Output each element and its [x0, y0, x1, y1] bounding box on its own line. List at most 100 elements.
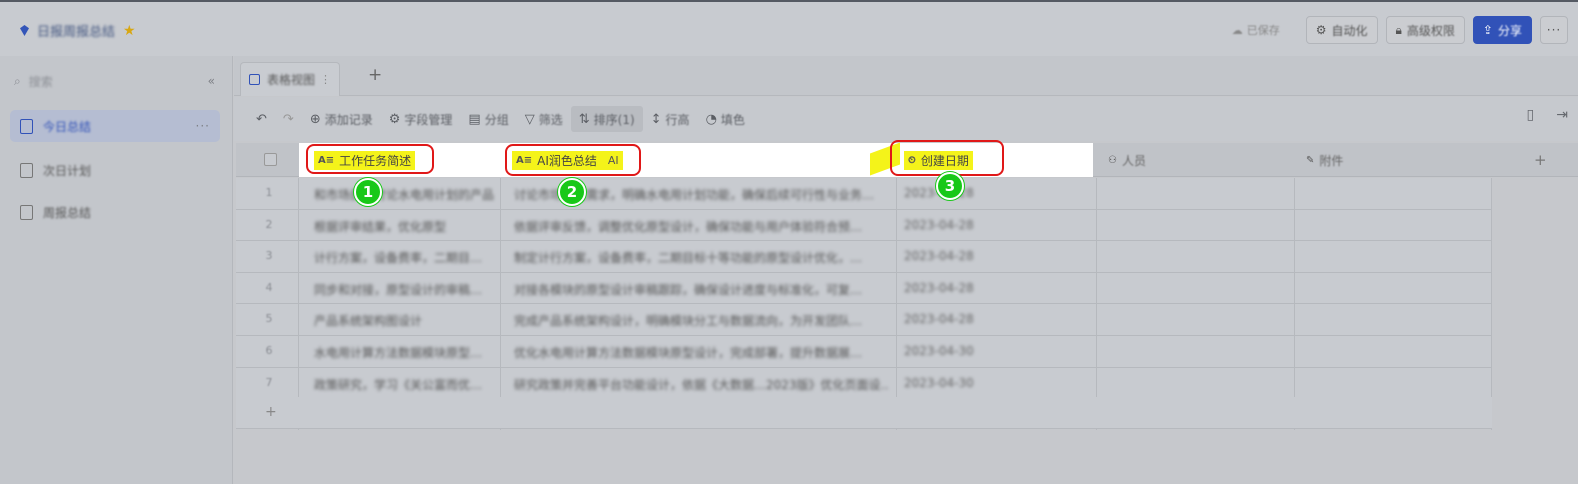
- row-index[interactable]: 5: [256, 312, 282, 325]
- cell-created-date[interactable]: 2023-04-28: [904, 249, 1084, 263]
- cell-ai-summary[interactable]: 依据评审反馈，调整优化原型设计，确保功能与用户体验符合预…: [514, 218, 888, 235]
- row-index[interactable]: 1: [256, 186, 282, 199]
- add-row-button[interactable]: +: [236, 397, 1096, 429]
- header-actions: ☁ 已保存 ⚙ 自动化 🔒︎ 高级权限 ⇪ 分享 ···: [1232, 16, 1568, 44]
- cell-created-date[interactable]: 2023-04-28: [904, 218, 1084, 232]
- cell-task-summary[interactable]: 计行方案，设备费率，二期目…: [314, 249, 494, 266]
- cell-task-summary[interactable]: 产品系统架构图设计: [314, 312, 494, 329]
- annotation-box-2: [505, 144, 641, 176]
- document-title[interactable]: 日报周报总结 ★: [20, 21, 136, 40]
- add-column-button[interactable]: +: [1534, 151, 1547, 169]
- sidebar-item-next-day-plan[interactable]: 次日计划: [10, 154, 220, 186]
- row-index[interactable]: 7: [256, 376, 282, 389]
- data-grid: A≡ 工作任务简述 A≡ AI润色总结 AI ⏲ 创建日期 ⚇ 人员 ✎ 附件: [236, 143, 1578, 430]
- row-index[interactable]: 4: [256, 281, 282, 294]
- table-row[interactable]: 3 计行方案，设备费率，二期目… 制定计行方案，设备费率，二期目标十等功能的原型设计…: [236, 241, 1492, 273]
- row-index[interactable]: 2: [256, 218, 282, 231]
- table-row[interactable]: 5 产品系统架构图设计 完成产品系统架构设计，明确模块分工与数据流向，为开发团队… 2…: [236, 304, 1492, 336]
- automation-button[interactable]: ⚙ 自动化: [1305, 16, 1378, 44]
- saved-status: ☁ 已保存: [1231, 23, 1280, 38]
- top-header: 日报周报总结 ★ ☁ 已保存 ⚙ 自动化 🔒︎ 高级权限 ⇪ 分享 ···: [0, 0, 1578, 56]
- grid-body: 1 和市场部门讨论水电用计划的产品… 讨论市场部门需求，明确水电用计划功能，确保后续…: [236, 178, 1492, 400]
- table-row[interactable]: 1 和市场部门讨论水电用计划的产品… 讨论市场部门需求，明确水电用计划功能，确保后续…: [236, 178, 1492, 210]
- column-header-person[interactable]: ⚇ 人员: [1108, 143, 1146, 177]
- table-icon: [20, 118, 33, 134]
- fill-color-button[interactable]: ◔ 填色: [698, 106, 753, 132]
- star-icon[interactable]: ★: [123, 23, 136, 39]
- cell-task-summary[interactable]: 和市场部门讨论水电用计划的产品…: [314, 186, 494, 203]
- select-all-checkbox[interactable]: [264, 153, 277, 166]
- sort-icon: ⇅: [578, 111, 590, 127]
- sort-button[interactable]: ⇅ 排序(1): [570, 106, 643, 132]
- annotation-badge-1: 1: [354, 178, 382, 206]
- cell-created-date[interactable]: 2023-04-30: [904, 376, 1084, 390]
- row-index[interactable]: 6: [256, 344, 282, 357]
- cloud-icon: ☁: [1231, 23, 1243, 37]
- cell-ai-summary[interactable]: 制定计行方案，设备费率，二期目标十等功能的原型设计优化，…: [514, 249, 888, 266]
- search-input[interactable]: 搜索: [29, 73, 53, 90]
- cell-ai-summary[interactable]: 完成产品系统架构设计，明确模块分工与数据流向，为开发团队…: [514, 312, 888, 329]
- add-record-icon: ⊕: [309, 111, 321, 127]
- annotation-badge-2: 2: [558, 178, 586, 206]
- base-logo-icon: [20, 25, 29, 36]
- share-button[interactable]: ⇪ 分享: [1472, 16, 1532, 44]
- column-divider: [1294, 178, 1295, 430]
- table-row[interactable]: 6 水电用计算方法数据模块原型… 优化水电用计算方法数据模块原型设计，完成部署，提升…: [236, 335, 1492, 368]
- column-divider: [896, 178, 897, 430]
- annotation-badge-3: 3: [936, 172, 964, 200]
- sidebar-item-weekly-summary[interactable]: 周报总结: [10, 196, 220, 228]
- tab-more-icon[interactable]: ⋮: [320, 73, 331, 86]
- column-divider: [1491, 178, 1492, 430]
- undo-button[interactable]: ↶: [248, 106, 275, 132]
- row-index[interactable]: 3: [256, 249, 282, 262]
- column-divider: [298, 178, 299, 430]
- cell-task-summary[interactable]: 政策研究，学习《关公富而优…: [314, 376, 494, 393]
- fill-color-icon: ◔: [705, 111, 717, 127]
- sidebar-search[interactable]: ⌕ 搜索 «: [14, 68, 219, 94]
- item-more-icon[interactable]: ···: [196, 119, 210, 133]
- row-height-icon: ↕: [650, 111, 662, 127]
- search-icon: ⌕: [14, 73, 21, 88]
- cell-created-date[interactable]: 2023-04-28: [904, 186, 1084, 200]
- cell-created-date[interactable]: 2023-04-30: [904, 344, 1084, 358]
- column-divider: [1096, 178, 1097, 430]
- field-manage-button[interactable]: ⚙ 字段管理: [381, 106, 461, 132]
- cell-ai-summary[interactable]: 优化水电用计算方法数据模块原型设计，完成部署，提升数据展…: [514, 344, 888, 361]
- document-title-text: 日报周报总结: [37, 25, 116, 40]
- tab-table-view[interactable]: 表格视图 ⋮: [240, 62, 340, 96]
- add-record-button[interactable]: ⊕ 添加记录: [302, 106, 381, 132]
- cell-task-summary[interactable]: 根据评审结果，优化原型: [314, 218, 494, 235]
- table-row[interactable]: 4 同步和对接，原型设计的审稿… 对接各模块的原型设计审稿跟踪，确保设计进度与标准化…: [236, 272, 1492, 305]
- expand-icon[interactable]: ⇥: [1556, 107, 1568, 123]
- column-header-attachment[interactable]: ✎ 附件: [1306, 143, 1343, 177]
- annotation-box-1: [306, 144, 434, 174]
- cell-created-date[interactable]: 2023-04-28: [904, 281, 1084, 295]
- attachment-icon: ✎: [1306, 154, 1315, 166]
- group-button[interactable]: ▤ 分组: [460, 106, 516, 132]
- sidebar: ⌕ 搜索 « 今日总结 ··· 次日计划 周报总结: [0, 56, 233, 484]
- group-icon: ▤: [468, 111, 481, 127]
- column-divider: [500, 178, 501, 430]
- filter-button[interactable]: ▽ 筛选: [517, 106, 571, 132]
- table-icon: [20, 162, 33, 178]
- cell-task-summary[interactable]: 水电用计算方法数据模块原型…: [314, 344, 494, 361]
- clipboard-icon[interactable]: ▯: [1527, 107, 1535, 123]
- more-options-button[interactable]: ···: [1540, 16, 1568, 44]
- sidebar-item-today-summary[interactable]: 今日总结 ···: [10, 110, 220, 142]
- automation-icon: ⚙: [1315, 23, 1327, 37]
- cell-ai-summary[interactable]: 对接各模块的原型设计审稿跟踪，确保设计进度与标准化，可复…: [514, 281, 888, 298]
- cell-ai-summary[interactable]: 研究政策并完善平台功能设计，依据《大数据…2023版》优化页面设…: [514, 376, 888, 393]
- filter-icon: ▽: [524, 111, 535, 127]
- advanced-permission-button[interactable]: 🔒︎ 高级权限: [1385, 16, 1465, 44]
- row-height-button[interactable]: ↕ 行高: [643, 106, 698, 132]
- view-toolbar: ↶ ↷ ⊕ 添加记录 ⚙ 字段管理 ▤ 分组 ▽ 筛选 ⇅ 排序(1) ↕ 行高…: [234, 97, 1578, 141]
- empty-grid-area: [1096, 397, 1492, 429]
- toolbar-right-actions: ▯ ⇥: [1527, 107, 1568, 123]
- redo-button[interactable]: ↷: [275, 106, 302, 132]
- table-row[interactable]: 2 根据评审结果，优化原型 依据评审反馈，调整优化原型设计，确保功能与用户体验符合预…: [236, 209, 1492, 242]
- add-view-button[interactable]: +: [368, 65, 382, 85]
- cell-created-date[interactable]: 2023-04-28: [904, 312, 1084, 326]
- table-row[interactable]: 7 政策研究，学习《关公富而优… 研究政策并完善平台功能设计，依据《大数据…2023…: [236, 367, 1492, 400]
- collapse-sidebar-icon[interactable]: «: [208, 74, 215, 88]
- cell-task-summary[interactable]: 同步和对接，原型设计的审稿…: [314, 281, 494, 298]
